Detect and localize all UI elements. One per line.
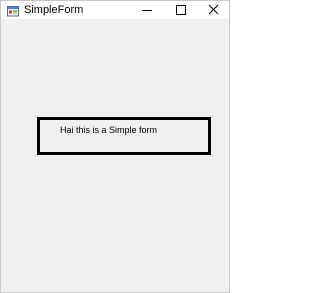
close-button[interactable] <box>197 1 229 19</box>
message-label: Hai this is a Simple form <box>60 125 158 135</box>
simpleform-window: SimpleForm Hai this is a Simple form <box>0 0 230 293</box>
minimize-icon <box>142 10 152 11</box>
winforms-app-icon[interactable] <box>7 4 19 17</box>
form-client-area: Hai this is a Simple form <box>1 19 229 292</box>
window-title: SimpleForm <box>24 4 84 16</box>
maximize-icon <box>176 5 186 15</box>
message-panel: Hai this is a Simple form <box>37 117 211 155</box>
maximize-button[interactable] <box>164 1 196 19</box>
title-bar[interactable]: SimpleForm <box>1 1 229 19</box>
close-icon <box>208 4 219 15</box>
minimize-button[interactable] <box>131 1 163 19</box>
